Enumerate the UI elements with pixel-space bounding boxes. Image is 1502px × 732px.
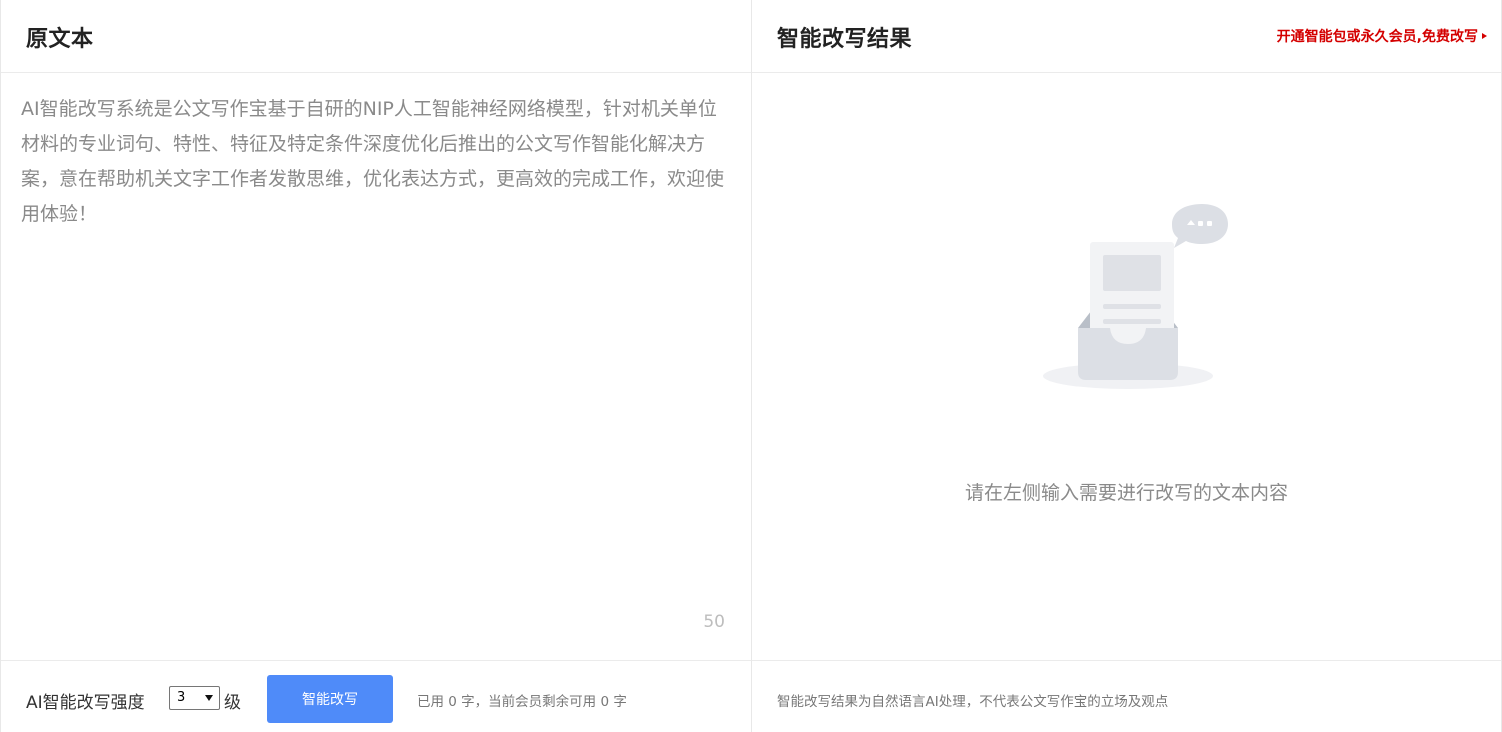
char-count: 50 <box>703 612 725 632</box>
result-panel-footer: 智能改写结果为自然语言AI处理，不代表公文写作宝的立场及观点 <box>752 660 1501 732</box>
promo-link[interactable]: 开通智能包或永久会员,免费改写 <box>1277 26 1487 46</box>
source-panel-footer: AI智能改写强度 3 级 智能改写 已用 0 字，当前会员剩余可用 0 字 <box>1 660 751 732</box>
empty-inbox-icon <box>1043 204 1228 389</box>
disclaimer-text: 智能改写结果为自然语言AI处理，不代表公文写作宝的立场及观点 <box>777 694 1169 710</box>
strength-select-value: 3 <box>177 690 186 705</box>
strength-label: AI智能改写强度 <box>26 693 145 713</box>
result-panel-header: 智能改写结果 开通智能包或永久会员,免费改写 <box>752 0 1501 73</box>
usage-text: 已用 0 字，当前会员剩余可用 0 字 <box>417 694 627 710</box>
rewrite-button[interactable]: 智能改写 <box>267 675 393 723</box>
strength-select[interactable]: 3 <box>169 686 220 710</box>
strength-unit: 级 <box>224 693 241 713</box>
caret-right-icon <box>1482 33 1487 39</box>
dropdown-arrow-icon <box>205 695 213 701</box>
empty-message: 请在左侧输入需要进行改写的文本内容 <box>964 482 1288 504</box>
source-panel-header: 原文本 <box>1 0 751 73</box>
source-panel-title: 原文本 <box>26 27 94 52</box>
result-panel-title: 智能改写结果 <box>777 27 913 52</box>
result-panel: 智能改写结果 开通智能包或永久会员,免费改写 请在左侧输入需要进行改写的文本内容 <box>752 0 1501 732</box>
promo-link-label: 开通智能包或永久会员,免费改写 <box>1276 29 1478 45</box>
source-panel: 原文本 AI智能改写系统是公文写作宝基于自研的NIP人工智能神经网络模型，针对机… <box>1 0 752 732</box>
rewrite-workspace: 原文本 AI智能改写系统是公文写作宝基于自研的NIP人工智能神经网络模型，针对机… <box>0 0 1502 732</box>
source-text-input[interactable]: AI智能改写系统是公文写作宝基于自研的NIP人工智能神经网络模型，针对机关单位材… <box>21 92 733 592</box>
